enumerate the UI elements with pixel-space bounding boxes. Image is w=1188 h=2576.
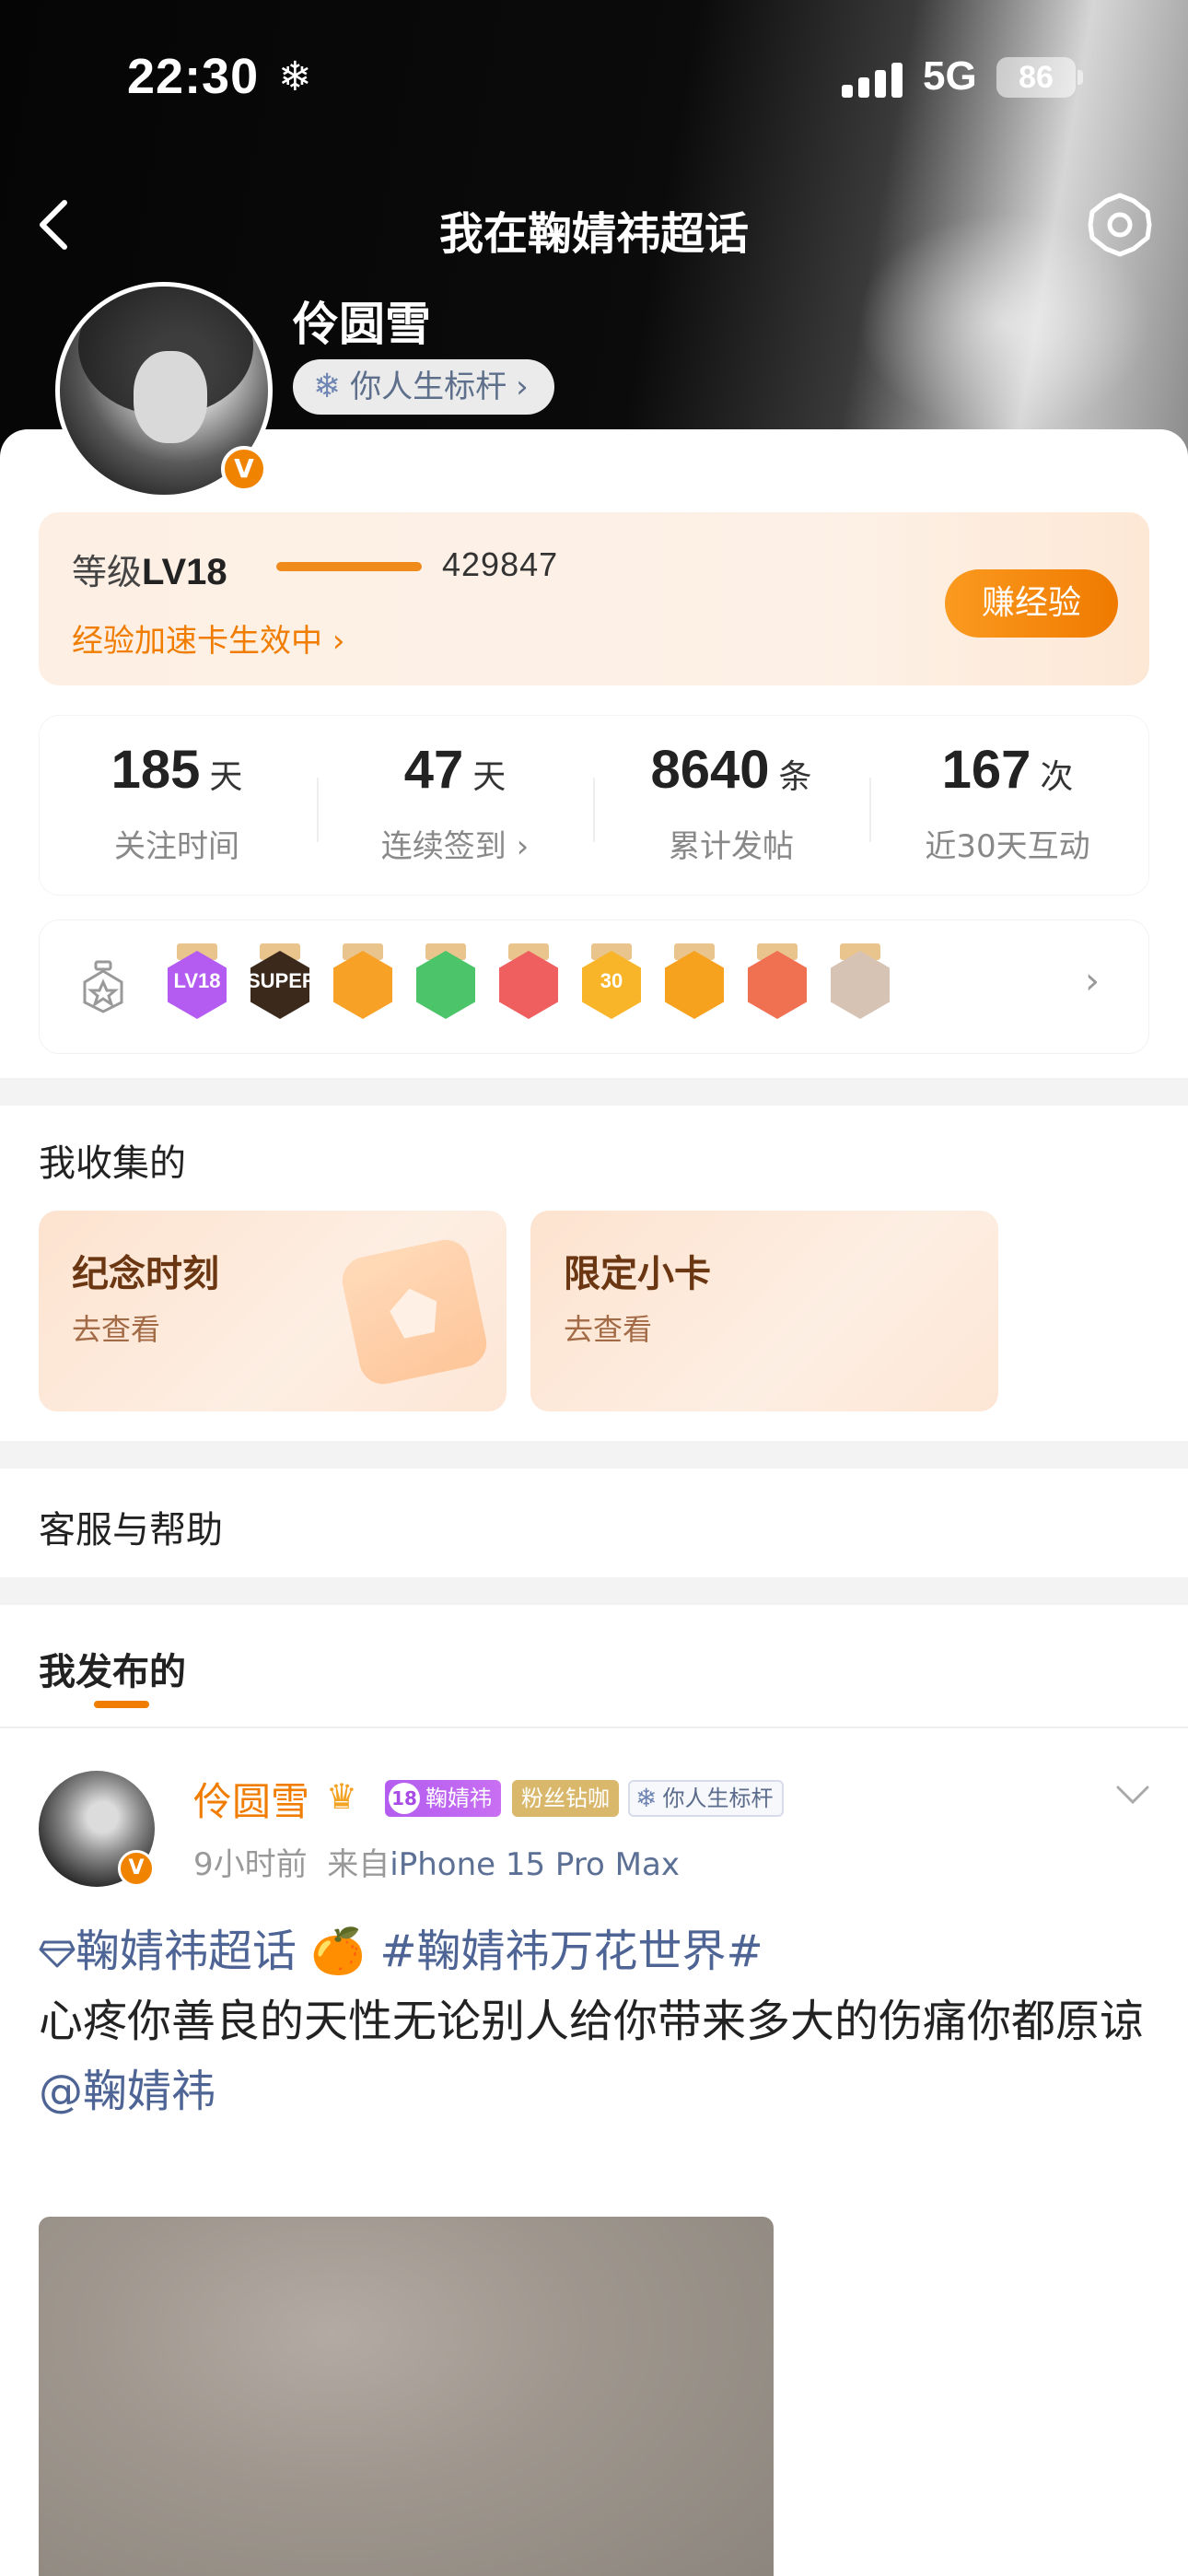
supertopic-level-tag: 18 鞠婧祎	[385, 1780, 501, 1817]
post-device: iPhone 15 Pro Max	[390, 1846, 680, 1883]
page-title: 我在鞠婧祎超话	[438, 208, 749, 260]
character-badge	[827, 943, 893, 1023]
battery-icon: 86	[996, 57, 1076, 98]
help-title: 客服与帮助	[39, 1509, 223, 1551]
stat-total-posts: 8640 条 累计发帖	[650, 740, 812, 865]
verified-badge-icon: V	[221, 446, 267, 492]
orange-emoji: 🍊	[310, 1926, 367, 1977]
crown-icon: ♛	[326, 1776, 358, 1817]
profile-title-tag[interactable]: ❄ 你人生标杆 ›	[293, 359, 554, 415]
verified-badge-icon: V	[118, 1850, 155, 1887]
emoji-badge	[661, 943, 728, 1023]
super-badge: SUPER	[247, 943, 317, 1023]
collect-card-subtitle: 去查看	[72, 1312, 161, 1347]
profile-username: 伶圆雪	[293, 298, 431, 351]
collect-card-subtitle: 去查看	[564, 1312, 653, 1347]
gem-icon	[39, 1940, 76, 1968]
chevron-right-icon: ›	[516, 369, 529, 405]
status-bar: 22:30 ❄ 5G 86	[0, 48, 1188, 122]
snowflake-icon: ❄	[278, 53, 312, 100]
battery-tip	[1077, 70, 1083, 85]
fan-rank-tag: 粉丝钻咖	[512, 1780, 619, 1817]
stats-panel: 185 天 关注时间 47 天 连续签到 › 8640 条 累计发帖 167 次 近30…	[39, 715, 1149, 896]
chevron-right-icon: ›	[516, 828, 530, 865]
hashtag-link[interactable]: #鞠婧祎万花世界#	[379, 1926, 763, 1977]
collect-card-moments[interactable]: 纪念时刻 去查看	[39, 1211, 507, 1411]
exp-boost-card-link[interactable]: 经验加速卡生效中 ›	[72, 615, 344, 661]
level-progress-bar	[276, 562, 422, 571]
tab-indicator	[94, 1701, 149, 1708]
supertopic-link[interactable]: 鞠婧祎超话	[39, 1926, 297, 1977]
snowflake-icon: ❄	[635, 1783, 658, 1813]
medal-outline-icon	[83, 960, 123, 1013]
calendar-gem-icon	[337, 1235, 492, 1389]
post-author-name[interactable]: 伶圆雪	[193, 1771, 309, 1827]
status-time: 22:30	[127, 49, 260, 104]
title-tag-label: 你人生标杆	[350, 369, 507, 405]
post-content: 鞠婧祎超话 🍊 #鞠婧祎万花世界# 心疼你善良的天性无论别人给你带来多大的伤痛你…	[39, 1916, 1149, 2126]
tab-my-posts[interactable]: 我发布的	[39, 1642, 186, 1695]
stat-interactions: 167 次 近30天互动	[925, 740, 1090, 865]
collections-title: 我收集的	[39, 1142, 186, 1185]
crown-badge	[330, 943, 396, 1023]
post-image[interactable]	[39, 2217, 774, 2576]
level-panel: 等级LV18 429847 经验加速卡生效中 › 赚经验	[39, 512, 1149, 685]
earn-exp-button[interactable]: 赚经验	[945, 569, 1118, 638]
chevron-right-icon[interactable]: ›	[1085, 960, 1100, 1002]
wings-badge	[744, 943, 810, 1023]
snowflake-icon: ❄	[313, 368, 342, 405]
level-badge: LV18	[164, 943, 230, 1023]
network-type: 5G	[923, 53, 977, 99]
level-label: 等级LV18	[72, 552, 227, 592]
cellular-signal-icon	[842, 61, 906, 98]
stat-follow-days: 185 天 关注时间	[111, 740, 243, 865]
chevron-down-icon[interactable]	[1112, 1782, 1153, 1809]
hand-badge	[413, 943, 479, 1023]
post-text: 心疼你善良的天性无论别人给你带来多大的伤痛你都原谅	[39, 1996, 1145, 2047]
chevron-right-icon: ›	[332, 623, 345, 660]
post-meta: 9小时前 来自iPhone 15 Pro Max	[193, 1846, 680, 1883]
gear-icon[interactable]	[1083, 188, 1157, 262]
stat-checkin-streak[interactable]: 47 天 连续签到 ›	[317, 739, 593, 866]
trophy-badge	[495, 943, 562, 1023]
collect-card-title: 限定小卡	[564, 1253, 711, 1295]
collect-card-title: 纪念时刻	[72, 1253, 219, 1295]
help-section[interactable]: 客服与帮助	[0, 1469, 1188, 1577]
collect-card-limited[interactable]: 限定小卡 去查看	[530, 1211, 998, 1411]
top-nav: 我在鞠婧祎超话	[0, 184, 1188, 267]
level-value: LV18	[142, 552, 227, 592]
post-title-tag: ❄ 你人生标杆	[628, 1780, 785, 1817]
my-posts-section: 我发布的 V 伶圆雪 ♛ 18 鞠婧祎 粉丝钻咖 ❄ 你人生标杆 9小时前 来自iP…	[0, 1605, 1188, 2576]
mention-link[interactable]: @鞠婧祎	[39, 2066, 215, 2117]
divider	[0, 1727, 1188, 1728]
level-points: 429847	[442, 545, 559, 583]
days-badge: 30	[578, 943, 645, 1023]
collections-section: 我收集的 纪念时刻 去查看 限定小卡 去查看	[0, 1106, 1188, 1441]
badges-row[interactable]: LV18 SUPER 30 ›	[39, 919, 1149, 1054]
